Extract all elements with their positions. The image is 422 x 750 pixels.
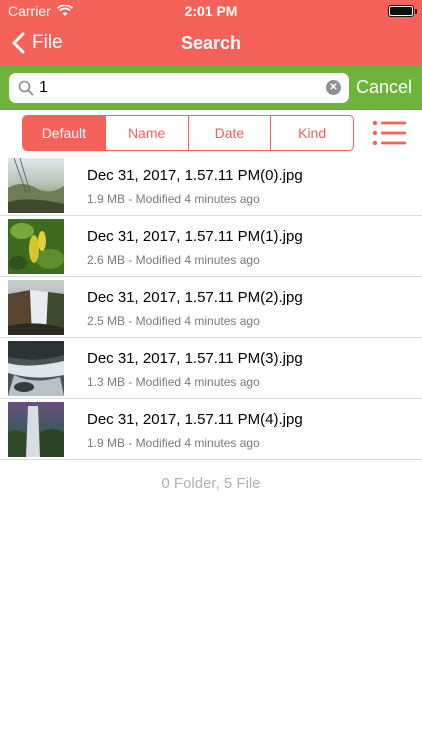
status-bar: Carrier 2:01 PM: [0, 0, 422, 22]
search-icon: [18, 80, 34, 96]
header: Carrier 2:01 PM File Search: [0, 0, 422, 66]
file-meta: 2.5 MB - Modified 4 minutes ago: [87, 314, 260, 328]
nav-bar: File Search: [0, 22, 422, 66]
sort-default-tab[interactable]: Default: [23, 116, 105, 150]
file-list: Dec 31, 2017, 1.57.11 PM(0).jpg 1.9 MB -…: [0, 155, 422, 460]
thumbnail-image: [8, 341, 64, 396]
file-meta: 1.9 MB - Modified 4 minutes ago: [87, 192, 260, 206]
sort-kind-tab[interactable]: Kind: [270, 116, 353, 150]
file-row[interactable]: Dec 31, 2017, 1.57.11 PM(0).jpg 1.9 MB -…: [0, 155, 422, 216]
search-bar: 1 ✕ Cancel: [0, 66, 422, 110]
file-meta: 1.9 MB - Modified 4 minutes ago: [87, 436, 260, 450]
status-time: 2:01 PM: [184, 3, 238, 19]
thumbnail-image: [8, 158, 64, 213]
sort-date-tab[interactable]: Date: [187, 116, 271, 150]
search-value: 1: [39, 79, 48, 96]
sort-segmented-control: Default Name Date Kind: [22, 115, 354, 151]
cancel-button[interactable]: Cancel: [356, 77, 412, 98]
battery-icon: [388, 5, 417, 17]
file-row[interactable]: Dec 31, 2017, 1.57.11 PM(2).jpg 2.5 MB -…: [0, 277, 422, 338]
file-name: Dec 31, 2017, 1.57.11 PM(4).jpg: [87, 411, 303, 428]
file-row[interactable]: Dec 31, 2017, 1.57.11 PM(4).jpg 1.9 MB -…: [0, 399, 422, 460]
file-row[interactable]: Dec 31, 2017, 1.57.11 PM(3).jpg 1.3 MB -…: [0, 338, 422, 399]
thumbnail-image: [8, 402, 64, 457]
sort-name-tab[interactable]: Name: [104, 116, 188, 150]
file-name: Dec 31, 2017, 1.57.11 PM(2).jpg: [87, 289, 303, 306]
file-name: Dec 31, 2017, 1.57.11 PM(0).jpg: [87, 167, 303, 184]
file-meta: 1.3 MB - Modified 4 minutes ago: [87, 375, 260, 389]
search-input[interactable]: 1 ✕: [9, 73, 349, 103]
clear-search-icon[interactable]: ✕: [326, 80, 341, 95]
file-meta: 2.6 MB - Modified 4 minutes ago: [87, 253, 260, 267]
thumbnail-image: [8, 219, 64, 274]
thumbnail-image: [8, 280, 64, 335]
file-name: Dec 31, 2017, 1.57.11 PM(3).jpg: [87, 350, 303, 367]
file-row[interactable]: Dec 31, 2017, 1.57.11 PM(1).jpg 2.6 MB -…: [0, 216, 422, 277]
page-title: Search: [180, 33, 242, 53]
item-count-summary: 0 Folder, 5 File: [161, 475, 261, 492]
list-view-icon[interactable]: [372, 119, 406, 147]
file-name: Dec 31, 2017, 1.57.11 PM(1).jpg: [87, 228, 303, 245]
